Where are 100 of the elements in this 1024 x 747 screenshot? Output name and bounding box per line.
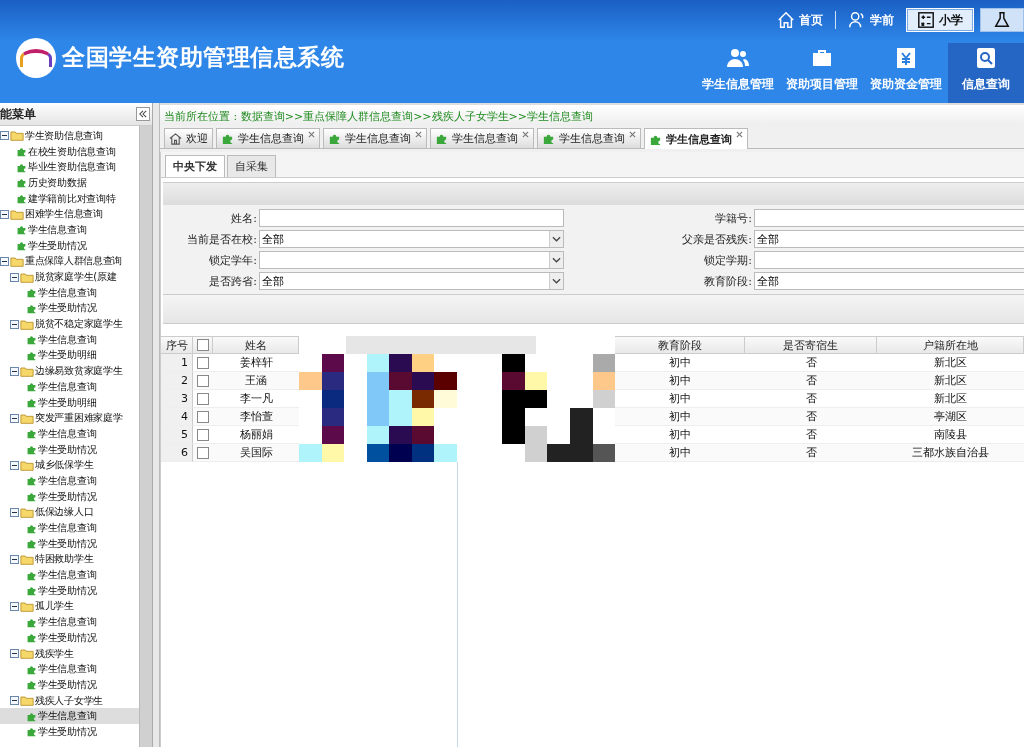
collapse-icon[interactable] [10, 366, 19, 376]
dropdown-field[interactable]: 全部 [259, 230, 564, 248]
menu-item[interactable]: 学生受助情况 [0, 300, 139, 317]
row-checkbox[interactable] [197, 446, 209, 459]
menu-item[interactable]: 学生受助情况 [0, 237, 139, 254]
menu-item[interactable]: 学生受助情况 [0, 724, 139, 740]
collapse-icon[interactable] [10, 649, 19, 659]
menu-item[interactable]: 学生信息查询 [0, 473, 139, 489]
menu-item[interactable]: 历史资助数据 [0, 175, 139, 191]
splitter-handle[interactable] [153, 103, 160, 747]
field-label: 当前是否在校: [186, 231, 257, 247]
collapse-icon[interactable] [10, 601, 19, 611]
page-tab[interactable]: 学生信息查询 [644, 128, 748, 149]
menu-folder[interactable]: 残疾人子女学生 [35, 693, 103, 708]
puzzle-icon [26, 444, 37, 456]
collapse-icon[interactable] [10, 507, 19, 517]
menu-item[interactable]: 学生信息查询 [0, 284, 139, 301]
nav-tab[interactable]: 资助资金管理 [864, 43, 948, 103]
menu-folder[interactable]: 脱贫家庭学生(原建 [35, 270, 117, 285]
menu-item[interactable]: 学生受助明细 [0, 347, 139, 364]
menu-folder[interactable]: 突发严重困难家庭学 [35, 411, 123, 426]
column-header: 户籍所在地 [877, 336, 1024, 354]
page-tab[interactable]: 学生信息查询 [323, 128, 427, 148]
table-cell: 王涵 [213, 372, 299, 390]
dropdown-field[interactable] [259, 251, 564, 269]
menu-item[interactable]: 学生信息查询 [0, 661, 139, 678]
menu-item[interactable]: 毕业生资助信息查询 [0, 159, 139, 176]
nav-tab[interactable]: 学生信息管理 [696, 43, 780, 103]
collapse-icon[interactable] [10, 696, 19, 706]
close-icon[interactable] [308, 131, 315, 138]
top-link[interactable]: 小学 [906, 8, 974, 32]
menu-item[interactable]: 建学籍前比对查询特 [0, 190, 139, 207]
folder-icon [20, 271, 34, 283]
flask-button[interactable] [980, 8, 1024, 32]
menu-item[interactable]: 学生信息查询 [0, 222, 139, 238]
dropdown-field[interactable]: 全部 [259, 272, 564, 290]
menu-item[interactable]: 学生受助情况 [0, 535, 139, 552]
input-field[interactable] [754, 251, 1024, 269]
top-link[interactable]: 首页 [771, 8, 829, 32]
menu-folder[interactable]: 困难学生信息查询 [25, 207, 103, 222]
close-icon[interactable] [522, 131, 529, 138]
menu-folder[interactable]: 低保边缘人口 [35, 505, 94, 520]
menu-item[interactable]: 学生信息查询 [0, 708, 139, 725]
collapse-icon[interactable] [10, 272, 19, 282]
menu-item[interactable]: 学生信息查询 [0, 520, 139, 536]
menu-item[interactable]: 学生信息查询 [0, 426, 139, 442]
collapse-sidebar-button[interactable] [136, 107, 150, 121]
dropdown-field[interactable]: 全部 [754, 230, 1024, 248]
menu-item[interactable]: 学生信息查询 [0, 614, 139, 630]
menu-item[interactable]: 在校生资助信息查询 [0, 143, 139, 160]
select-all-checkbox[interactable] [196, 339, 209, 351]
menu-folder[interactable]: 学生资助信息查询 [25, 128, 103, 143]
house-icon [169, 132, 182, 145]
nav-tab[interactable]: 信息查询 [948, 43, 1024, 103]
top-link[interactable]: 学前 [842, 8, 900, 32]
menu-folder[interactable]: 特困救助学生 [35, 552, 94, 567]
menu-item[interactable]: 学生受助情况 [0, 488, 139, 505]
collapse-icon[interactable] [10, 413, 19, 423]
scrollbar[interactable] [139, 126, 152, 747]
menu-item[interactable]: 学生信息查询 [0, 331, 139, 348]
row-checkbox[interactable] [197, 428, 209, 441]
menu-item[interactable]: 学生信息查询 [0, 567, 139, 583]
row-checkbox[interactable] [197, 392, 209, 405]
menu-folder[interactable]: 孤儿学生 [35, 599, 74, 614]
close-icon[interactable] [629, 131, 636, 138]
menu-folder[interactable]: 边缘易致贫家庭学生 [35, 364, 123, 379]
puzzle-icon [26, 287, 37, 299]
menu-folder[interactable]: 残疾学生 [35, 646, 74, 661]
menu-item[interactable]: 学生受助情况 [0, 582, 139, 599]
page-tab[interactable]: 学生信息查询 [216, 128, 320, 148]
menu-item[interactable]: 学生受助情况 [0, 677, 139, 693]
input-field[interactable] [259, 209, 564, 227]
menu-folder[interactable]: 脱贫不稳定家庭学生 [35, 317, 123, 332]
row-checkbox[interactable] [197, 410, 209, 423]
menu-item[interactable]: 学生受助情况 [0, 441, 139, 458]
page-tab[interactable]: 欢迎 [164, 128, 213, 148]
page-tab[interactable]: 学生信息查询 [537, 128, 641, 148]
menu-folder[interactable]: 重点保障人群信息查询 [25, 254, 122, 269]
collapse-icon[interactable] [0, 256, 9, 266]
menu-folder[interactable]: 城乡低保学生 [35, 458, 94, 473]
collapse-icon[interactable] [0, 209, 9, 219]
row-checkbox[interactable] [197, 374, 209, 387]
dropdown-field[interactable]: 全部 [754, 272, 1024, 290]
collapse-icon[interactable] [10, 554, 19, 564]
close-icon[interactable] [736, 131, 743, 138]
puzzle-icon [26, 381, 37, 393]
sub-tab[interactable]: 中央下发 [165, 155, 225, 177]
table-cell: 否 [745, 444, 877, 462]
sub-tab[interactable]: 自采集 [227, 155, 276, 177]
input-field[interactable] [754, 209, 1024, 227]
close-icon[interactable] [415, 131, 422, 138]
row-checkbox[interactable] [197, 356, 209, 369]
collapse-icon[interactable] [10, 319, 19, 329]
collapse-icon[interactable] [10, 460, 19, 470]
collapse-icon[interactable] [0, 131, 9, 141]
nav-tab[interactable]: 资助项目管理 [780, 43, 864, 103]
menu-item[interactable]: 学生受助明细 [0, 394, 139, 411]
page-tab[interactable]: 学生信息查询 [430, 128, 534, 148]
menu-item[interactable]: 学生受助情况 [0, 630, 139, 646]
menu-item[interactable]: 学生信息查询 [0, 379, 139, 395]
